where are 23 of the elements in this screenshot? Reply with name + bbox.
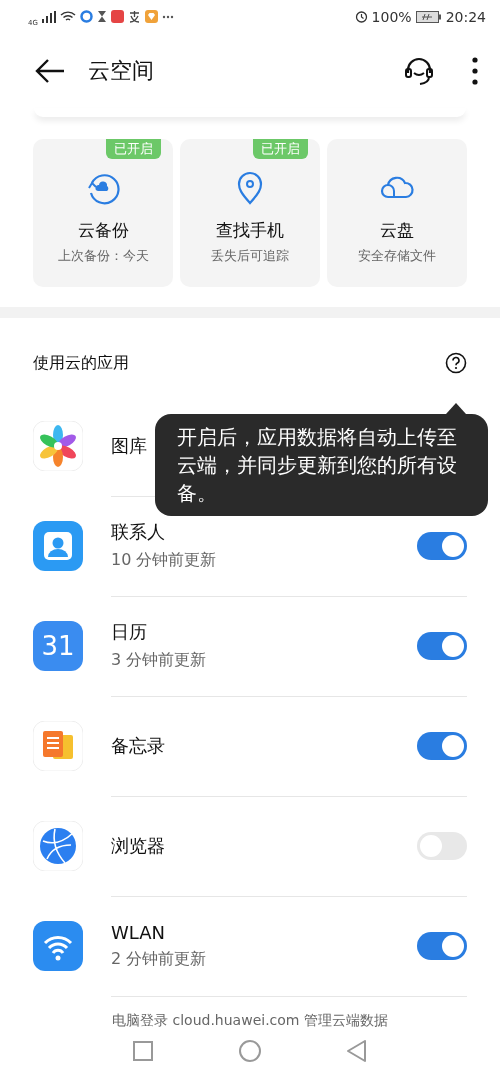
feature-subtitle: 上次备份：今天 bbox=[57, 248, 149, 265]
feature-title: 查找手机 bbox=[216, 219, 284, 242]
update-time: 10 分钟前更新 bbox=[111, 550, 217, 572]
status-badge: 已开启 bbox=[106, 139, 161, 159]
calendar-app-icon: 31 bbox=[33, 621, 83, 672]
help-tooltip: 开启后，应用数据将自动上传至云端，并同步更新到您的所有设备。 bbox=[155, 414, 488, 517]
clock-time: 20:24 bbox=[445, 8, 486, 25]
page-title: 云空间 bbox=[88, 56, 155, 85]
feature-subtitle: 丢失后可追踪 bbox=[211, 248, 289, 265]
status-badge: 已开启 bbox=[253, 139, 308, 159]
app-name: 联系人 bbox=[111, 520, 166, 545]
app-name: 图库 bbox=[111, 433, 147, 458]
section-title: 使用云的应用 bbox=[33, 352, 129, 374]
update-time: 3 分钟前更新 bbox=[111, 650, 207, 672]
app-name: 备忘录 bbox=[111, 733, 165, 758]
feature-title: 云备份 bbox=[77, 219, 129, 242]
update-time: 2 分钟前更新 bbox=[111, 948, 207, 970]
app-name: WLAN bbox=[111, 921, 167, 943]
feature-title: 云盘 bbox=[380, 219, 414, 242]
app-name: 日历 bbox=[111, 620, 148, 645]
app-name: 浏览器 bbox=[111, 833, 165, 858]
battery-percentage: 100% bbox=[371, 8, 412, 25]
feature-subtitle: 安全存储文件 bbox=[358, 248, 436, 265]
